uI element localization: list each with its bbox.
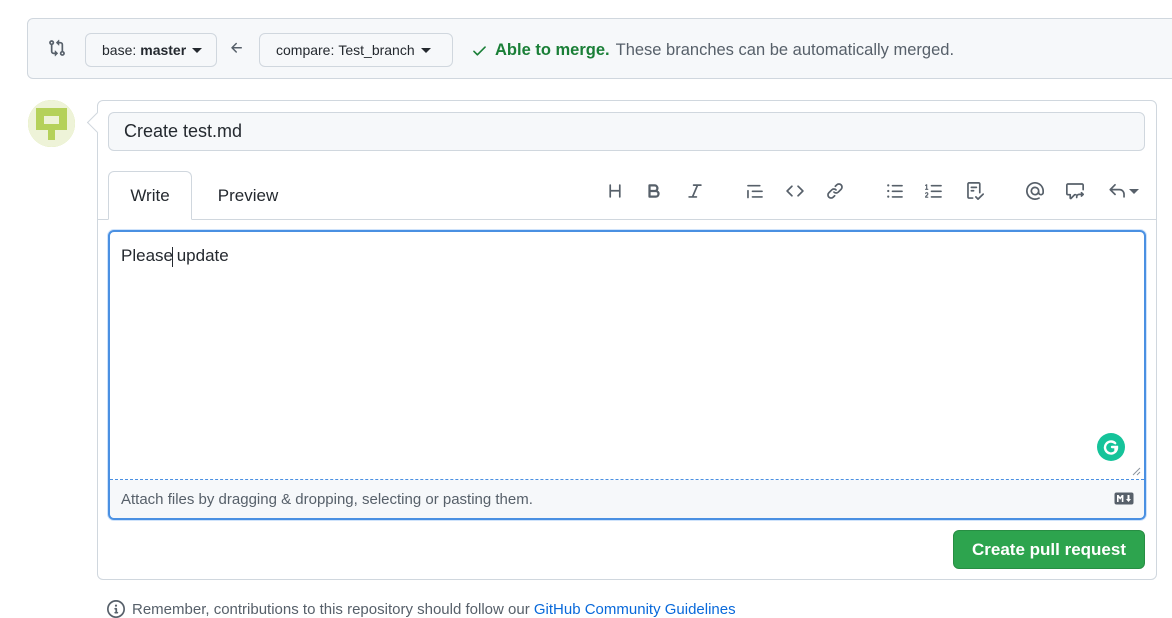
chevron-down-icon <box>420 47 431 53</box>
check-icon <box>473 46 486 56</box>
file-attachment-bar[interactable]: Attach files by dragging & dropping, sel… <box>110 480 1144 518</box>
identicon-icon <box>28 100 75 147</box>
unordered-list-icon[interactable] <box>884 180 906 202</box>
bold-icon[interactable] <box>643 180 665 202</box>
body-text-part: update <box>171 246 229 265</box>
comment-body-text[interactable]: Please update <box>121 246 229 267</box>
title-input[interactable] <box>108 112 1145 151</box>
task-list-icon[interactable] <box>964 180 986 202</box>
reply-icon[interactable] <box>1104 180 1142 202</box>
create-pull-request-button[interactable]: Create pull request <box>953 530 1145 569</box>
comment-body-editor[interactable]: Please update Attach files by dragging &… <box>108 230 1146 520</box>
community-guidelines-link[interactable]: GitHub Community Guidelines <box>534 601 736 618</box>
chevron-down-icon <box>1128 188 1139 194</box>
base-branch-name: master <box>140 42 187 58</box>
info-icon <box>107 600 125 618</box>
tab-preview[interactable]: Preview <box>204 171 292 220</box>
compare-branch-name: Test_branch <box>338 42 415 58</box>
body-text-part: Please <box>121 246 173 265</box>
grammarly-icon[interactable] <box>1097 433 1125 461</box>
contribution-note-text: Remember, contributions to this reposito… <box>132 600 530 618</box>
merge-status: Able to merge. These branches can be aut… <box>471 41 954 60</box>
link-icon[interactable] <box>824 180 846 202</box>
avatar <box>28 100 75 147</box>
compare-bar: base: master compare: Test_branch Able t… <box>27 18 1172 79</box>
git-compare-icon <box>49 39 65 57</box>
base-label: base: <box>102 42 137 58</box>
mention-icon[interactable] <box>1024 180 1046 202</box>
code-icon[interactable] <box>784 180 806 202</box>
compare-branch-select[interactable]: compare: Test_branch <box>259 33 453 67</box>
merge-ok-text: Able to merge. <box>495 41 610 59</box>
contribution-note: Remember, contributions to this reposito… <box>107 600 736 618</box>
tab-write[interactable]: Write <box>108 171 192 220</box>
arrow-left-icon <box>231 42 242 53</box>
chevron-down-icon <box>192 47 203 53</box>
ordered-list-icon[interactable] <box>923 180 945 202</box>
markdown-icon[interactable] <box>1114 492 1134 505</box>
attach-hint: Attach files by dragging & dropping, sel… <box>121 491 533 508</box>
reference-icon[interactable] <box>1064 180 1086 202</box>
compare-label: compare: <box>276 42 335 58</box>
base-branch-select[interactable]: base: master <box>85 33 217 67</box>
heading-icon[interactable] <box>604 180 626 202</box>
quote-icon[interactable] <box>744 180 766 202</box>
italic-icon[interactable] <box>684 180 706 202</box>
merge-description: These branches can be automatically merg… <box>615 41 955 59</box>
resize-handle-icon[interactable] <box>1131 466 1141 476</box>
